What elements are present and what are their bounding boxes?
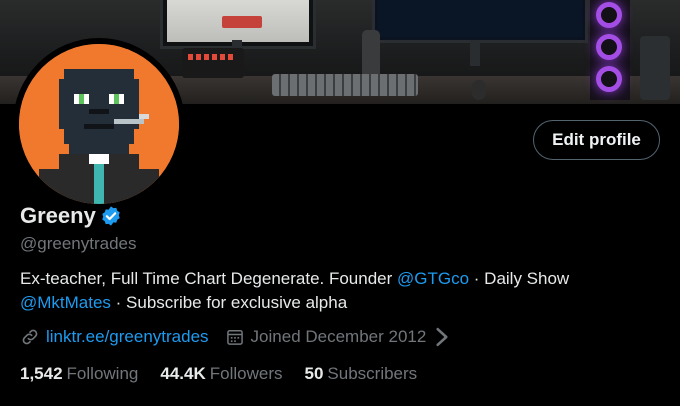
- following-label: Following: [66, 364, 139, 383]
- avatar-image: [19, 44, 179, 204]
- link-icon: [22, 329, 38, 345]
- banner-fan: [596, 2, 622, 28]
- profile-name-row: Greeny: [20, 203, 122, 229]
- profile-meta: linktr.ee/greenytrades Joined December 2…: [20, 327, 458, 347]
- profile-stats: 1,542 Following 44.4K Followers 50 Subscrib…: [20, 364, 439, 384]
- bio-text: Ex-teacher, Full Time Chart Degenerate. …: [20, 269, 398, 288]
- following-stat[interactable]: 1,542 Following: [20, 364, 138, 384]
- following-count: 1,542: [20, 364, 63, 383]
- banner-mouse: [472, 80, 486, 100]
- banner-fan: [596, 34, 622, 60]
- website-link[interactable]: linktr.ee/greenytrades: [46, 327, 209, 347]
- banner-mixer: [182, 48, 244, 78]
- followers-count: 44.4K: [160, 364, 206, 383]
- banner-mug: [640, 36, 670, 100]
- banner-monitor-right: [372, 0, 588, 43]
- profile-handle: @greenytrades: [20, 234, 137, 253]
- followers-stat[interactable]: 44.4K Followers: [160, 364, 282, 384]
- mention-link-gtgco[interactable]: @GTGco: [397, 269, 469, 288]
- bio-text: · Subscribe for exclusive alpha: [110, 293, 348, 312]
- profile-bio: Ex-teacher, Full Time Chart Degenerate. …: [20, 267, 640, 315]
- banner-keyboard: [272, 74, 418, 96]
- avatar[interactable]: [13, 38, 185, 210]
- profile-website: linktr.ee/greenytrades: [20, 327, 209, 347]
- profile-joined: Joined December 2012: [225, 327, 459, 347]
- edit-profile-button[interactable]: Edit profile: [533, 120, 660, 160]
- joined-date: Joined December 2012: [250, 327, 427, 346]
- banner-fan: [596, 66, 622, 92]
- calendar-icon: [226, 330, 243, 345]
- subscribers-label: Subscribers: [327, 364, 418, 383]
- bio-text: · Daily Show: [469, 269, 570, 288]
- subscribers-count: 50: [304, 364, 324, 383]
- subscribers-stat[interactable]: 50 Subscribers: [304, 364, 417, 384]
- chevron-right-icon[interactable]: [432, 327, 452, 347]
- mention-link-mktmates[interactable]: @MktMates: [20, 293, 111, 312]
- followers-label: Followers: [209, 364, 283, 383]
- profile-name: Greeny: [20, 203, 96, 228]
- banner-speaker: [362, 30, 380, 78]
- pixel-avatar-icon: [19, 44, 179, 204]
- verified-badge-icon[interactable]: [100, 205, 122, 227]
